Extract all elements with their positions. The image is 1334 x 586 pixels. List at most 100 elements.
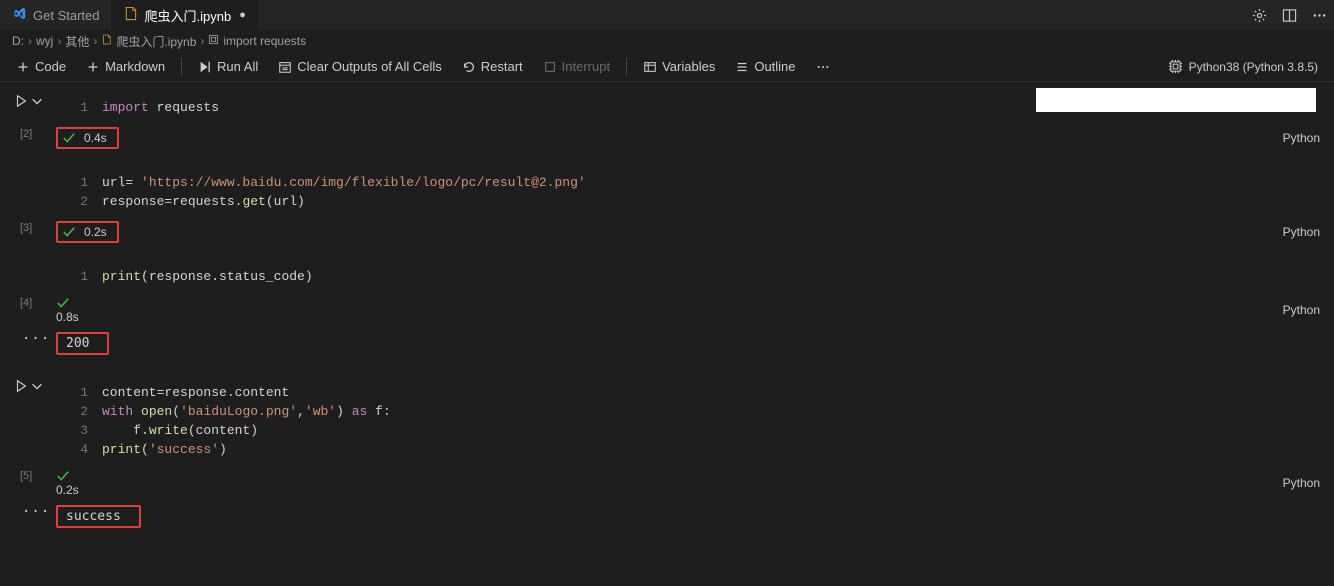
add-markdown-button[interactable]: Markdown xyxy=(78,57,173,76)
code-editor[interactable]: 1 content=response.content 2 with open('bai… xyxy=(56,377,1324,465)
code-text: print('success') xyxy=(102,440,227,459)
cell-language[interactable]: Python xyxy=(1283,303,1324,317)
clear-outputs-button[interactable]: Clear Outputs of All Cells xyxy=(270,57,450,76)
execution-time: 0.2s xyxy=(56,483,79,497)
line-number: 1 xyxy=(62,173,88,192)
code-line: 1print(response.status_code) xyxy=(62,267,1314,286)
line-number: 2 xyxy=(62,402,88,421)
vscode-icon xyxy=(12,6,27,24)
code-cell: 1 content=response.content 2 with open('bai… xyxy=(0,373,1334,534)
code-editor[interactable]: 1print(response.status_code) xyxy=(56,261,1324,292)
execution-count: [3] xyxy=(20,222,32,234)
interrupt-button: Interrupt xyxy=(535,57,618,76)
restart-button[interactable]: Restart xyxy=(454,57,531,76)
add-code-button[interactable]: Code xyxy=(8,57,74,76)
variables-button[interactable]: Variables xyxy=(635,57,723,76)
chevron-right-icon: › xyxy=(200,34,204,48)
notebook-icon xyxy=(123,6,138,24)
cell-run-column xyxy=(14,379,44,396)
run-cell-button[interactable] xyxy=(14,379,28,396)
code-line: 2 with open('baiduLogo.png','wb') as f: xyxy=(62,402,1314,421)
code-cell: 1print(response.status_code) [4] 0.8s Pytho… xyxy=(0,257,1334,361)
cell-status-row: 0.8s Python xyxy=(56,296,1324,324)
execution-count: [5] xyxy=(20,470,32,482)
notebook-icon xyxy=(101,34,112,48)
output-text: success xyxy=(56,505,141,528)
output-ellipsis[interactable]: ··· xyxy=(22,331,50,347)
crumb-drive[interactable]: D: xyxy=(12,34,24,48)
execution-time: 0.4s xyxy=(84,131,107,145)
line-number: 1 xyxy=(62,98,88,117)
crumb-cell[interactable]: import requests xyxy=(208,34,306,48)
code-line: 1 url= 'https://www.baidu.com/img/flexibl… xyxy=(62,173,1314,192)
tab-label: 爬虫入门.ipynb xyxy=(144,6,231,25)
code-text: url= 'https://www.baidu.com/img/flexible… xyxy=(102,173,586,192)
execution-time: 0.2s xyxy=(84,225,107,239)
status-inner: 0.8s xyxy=(56,296,79,324)
cell-output: ···200 xyxy=(36,328,1324,359)
code-line: 1 content=response.content xyxy=(62,383,1314,402)
more-actions-button[interactable] xyxy=(1304,0,1334,30)
cell-icon xyxy=(208,34,219,48)
code-line: 2 response=requests.get(url) xyxy=(62,192,1314,211)
settings-button[interactable] xyxy=(1244,0,1274,30)
code-text: f.write(content) xyxy=(102,421,258,440)
execution-time: 0.8s xyxy=(56,310,79,324)
dirty-indicator: ● xyxy=(239,9,246,21)
check-icon xyxy=(56,296,71,310)
check-icon xyxy=(62,225,76,239)
output-ellipsis[interactable]: ··· xyxy=(22,504,50,520)
line-number: 2 xyxy=(62,192,88,211)
white-overlay xyxy=(1036,88,1316,112)
outline-button[interactable]: Outline xyxy=(727,57,803,76)
cell-status-row: 0.4s Python xyxy=(56,127,1324,149)
divider xyxy=(626,58,627,76)
check-icon xyxy=(62,131,76,145)
chevron-right-icon: › xyxy=(57,34,61,48)
breadcrumb: D: › wyj › 其他 › 爬虫入门.ipynb › import requ… xyxy=(0,30,1334,52)
check-icon xyxy=(56,469,71,483)
code-line: 3 f.write(content) xyxy=(62,421,1314,440)
chevron-right-icon: › xyxy=(93,34,97,48)
split-editor-button[interactable] xyxy=(1274,0,1304,30)
code-editor[interactable]: 1 url= 'https://www.baidu.com/img/flexibl… xyxy=(56,167,1324,217)
line-number: 3 xyxy=(62,421,88,440)
cell-language[interactable]: Python xyxy=(1283,225,1324,239)
cell-language[interactable]: Python xyxy=(1283,131,1324,145)
status-inner: 0.4s xyxy=(56,127,119,149)
tab-notebook[interactable]: 爬虫入门.ipynb ● xyxy=(111,0,257,30)
status-inner: 0.2s xyxy=(56,221,119,243)
cell-status-row: 0.2s Python xyxy=(56,221,1324,243)
toolbar-more-button[interactable] xyxy=(808,58,838,76)
chevron-down-icon[interactable] xyxy=(30,379,44,396)
status-inner: 0.2s xyxy=(56,469,79,497)
crumb-folder[interactable]: wyj xyxy=(36,34,53,48)
cells-container: 1 import requests [2] 0.4s Python 1 url= 'http… xyxy=(0,82,1334,534)
execution-count: [4] xyxy=(20,297,32,309)
output-text: 200 xyxy=(56,332,109,355)
code-cell: 1 url= 'https://www.baidu.com/img/flexibl… xyxy=(0,163,1334,245)
kernel-selector[interactable]: Python38 (Python 3.8.5) xyxy=(1160,57,1326,76)
tab-bar: Get Started 爬虫入门.ipynb ● xyxy=(0,0,1334,30)
code-text: response=requests.get(url) xyxy=(102,192,305,211)
line-number: 4 xyxy=(62,440,88,459)
divider xyxy=(181,58,182,76)
cell-language[interactable]: Python xyxy=(1283,476,1324,490)
cell-status-row: 0.2s Python xyxy=(56,469,1324,497)
code-text: print(response.status_code) xyxy=(102,267,313,286)
run-cell-button[interactable] xyxy=(14,94,28,111)
code-text: with open('baiduLogo.png','wb') as f: xyxy=(102,402,391,421)
execution-count: [2] xyxy=(20,128,32,140)
run-all-button[interactable]: Run All xyxy=(190,57,266,76)
chevron-right-icon: › xyxy=(28,34,32,48)
chevron-down-icon[interactable] xyxy=(30,94,44,111)
code-text: import requests xyxy=(102,98,219,117)
tab-label: Get Started xyxy=(33,8,99,23)
cell-output: ···success xyxy=(36,501,1324,532)
code-text: content=response.content xyxy=(102,383,289,402)
code-line: 4 print('success') xyxy=(62,440,1314,459)
crumb-folder[interactable]: 其他 xyxy=(65,33,89,50)
tab-get-started[interactable]: Get Started xyxy=(0,0,111,30)
line-number: 1 xyxy=(62,383,88,402)
crumb-file[interactable]: 爬虫入门.ipynb xyxy=(101,33,196,50)
